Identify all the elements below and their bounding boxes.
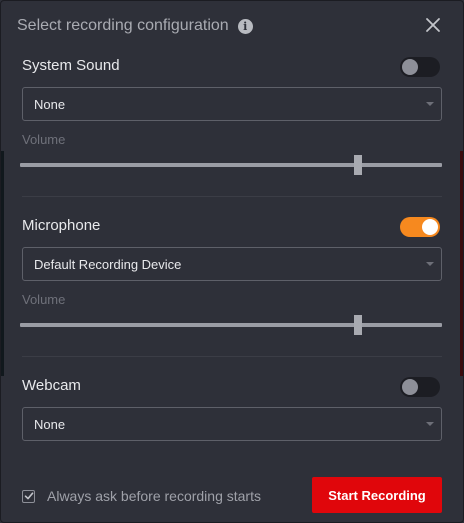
slider-thumb[interactable] — [353, 315, 362, 335]
webcam-select[interactable]: None — [22, 407, 442, 441]
system-sound-label: System Sound — [22, 57, 120, 74]
info-icon[interactable]: i — [237, 18, 253, 34]
system-sound-selected-value: None — [34, 96, 66, 112]
title-bar: Select recording configuration i — [17, 15, 253, 37]
section-divider — [22, 356, 442, 357]
system-sound-volume-slider[interactable] — [20, 155, 442, 175]
always-ask-checkbox-row[interactable]: Always ask before recording starts — [22, 488, 261, 504]
microphone-select[interactable]: Default Recording Device — [22, 247, 442, 281]
toggle-knob — [402, 59, 418, 75]
dialog-title: Select recording configuration — [17, 17, 229, 34]
slider-track — [20, 323, 442, 327]
background-edge-right — [460, 151, 463, 376]
system-sound-volume-label: Volume — [22, 132, 66, 147]
slider-track — [20, 163, 442, 167]
check-icon — [24, 492, 33, 500]
webcam-label: Webcam — [22, 377, 81, 394]
microphone-toggle[interactable] — [400, 217, 440, 237]
webcam-selected-value: None — [34, 416, 66, 432]
recording-config-dialog: Select recording configuration i System … — [0, 0, 464, 523]
section-divider — [22, 196, 442, 197]
system-sound-select[interactable]: None — [22, 87, 442, 121]
chevron-down-icon — [426, 102, 434, 106]
chevron-down-icon — [426, 262, 434, 266]
slider-thumb[interactable] — [353, 155, 362, 175]
microphone-volume-slider[interactable] — [20, 315, 442, 335]
microphone-label: Microphone — [22, 217, 101, 234]
toggle-knob — [422, 219, 438, 235]
microphone-selected-value: Default Recording Device — [34, 256, 182, 272]
always-ask-label: Always ask before recording starts — [47, 488, 261, 504]
system-sound-toggle[interactable] — [400, 57, 440, 77]
microphone-volume-label: Volume — [22, 292, 66, 307]
webcam-toggle[interactable] — [400, 377, 440, 397]
toggle-knob — [402, 379, 418, 395]
chevron-down-icon — [426, 422, 434, 426]
start-recording-button[interactable]: Start Recording — [312, 477, 442, 513]
always-ask-checkbox[interactable] — [22, 489, 35, 503]
background-edge-left — [1, 151, 4, 376]
close-icon[interactable] — [424, 16, 442, 34]
